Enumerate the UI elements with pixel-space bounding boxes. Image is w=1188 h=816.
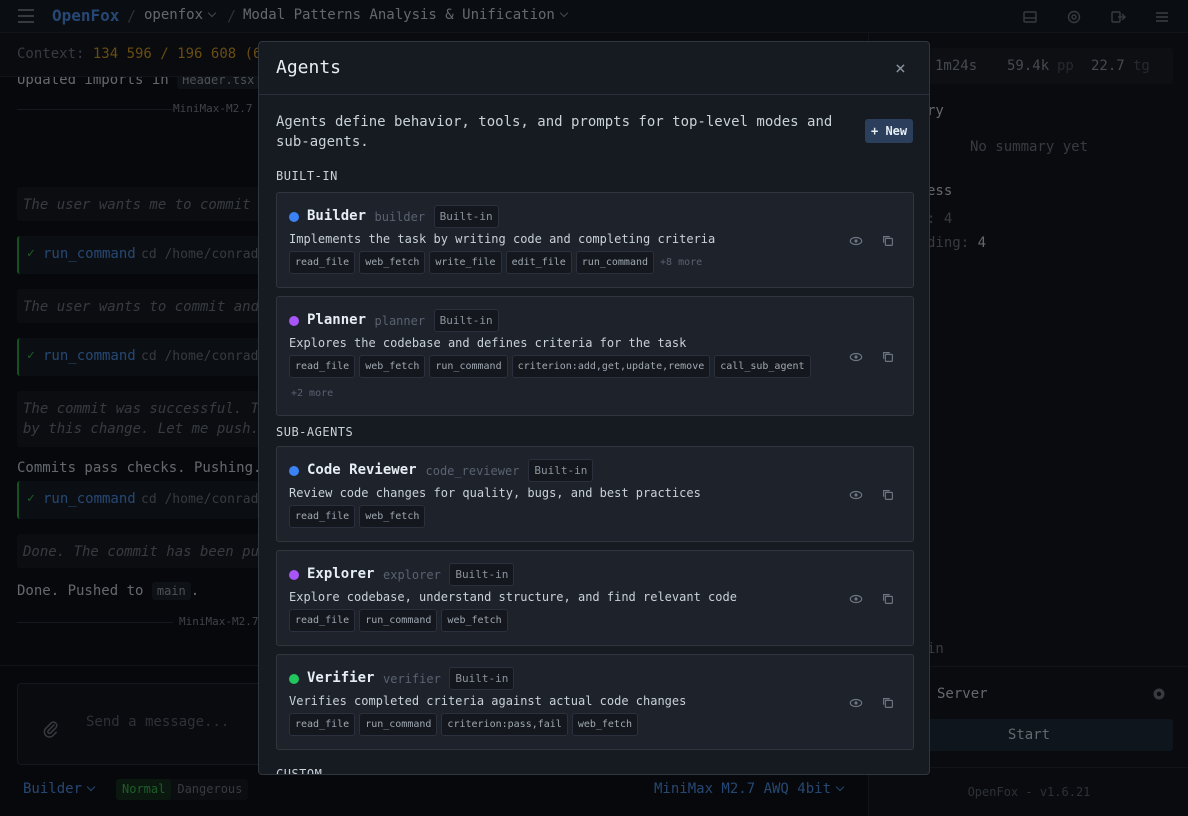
tool-chip: web_fetch [441,609,508,632]
agent-description: Explores the codebase and defines criter… [289,336,687,350]
built-in-badge: Built-in [528,459,594,482]
duplicate-icon[interactable] [881,234,895,248]
tool-chip: read_file [289,505,356,528]
view-icon[interactable] [849,696,863,710]
built-in-badge: Built-in [433,309,499,332]
tool-chip: read_file [289,609,356,632]
tool-chip: run_command [429,355,508,378]
tool-chip: edit_file [505,251,572,274]
tool-chip: read_file [289,251,356,274]
tool-chip: run_command [575,251,655,274]
more-tools-label[interactable]: +2 more [289,382,335,405]
tool-list: read_file run_command criterion:pass,fail w… [289,713,829,736]
duplicate-icon[interactable] [881,696,895,710]
close-icon[interactable]: × [895,58,906,79]
tool-chip: web_fetch [359,505,426,528]
tool-chip: run_command [359,609,438,632]
agent-name: Explorer [307,566,375,582]
agent-name: Code Reviewer [307,462,417,478]
agent-description: Explore codebase, understand structure, … [289,590,737,604]
agent-id: code_reviewer [425,464,520,478]
agent-id: verifier [383,672,441,686]
view-icon[interactable] [849,350,863,364]
built-in-badge: Built-in [449,563,515,586]
tool-chip: read_file [289,355,356,378]
new-agent-button[interactable]: + New [865,119,914,143]
section-heading-builtin: BUILT-IN [276,169,338,183]
view-icon[interactable] [849,488,863,502]
more-tools-label[interactable]: +8 more [658,251,704,274]
agent-card[interactable]: Explorer explorer Built-in Explore codebase… [276,550,914,646]
agent-color-dot [289,316,299,326]
agent-name: Verifier [307,670,375,686]
agent-color-dot [289,570,299,580]
tool-chip: run_command [359,713,438,736]
agent-card[interactable]: Builder builder Built-in Implements the tas… [276,192,914,288]
agent-name: Builder [307,208,367,224]
view-icon[interactable] [849,592,863,606]
agent-description: Verifies completed criteria against actu… [289,694,687,708]
tool-chip: call_sub_agent [714,355,811,378]
agent-card[interactable]: Planner planner Built-in Explores the codeb… [276,296,914,416]
built-in-badge: Built-in [433,205,499,228]
agent-description: Implements the task by writing code and … [289,232,716,246]
built-in-badge: Built-in [449,667,515,690]
agent-color-dot [289,674,299,684]
tool-chip: write_file [429,251,502,274]
agent-card[interactable]: Code Reviewer code_reviewer Built-in Review… [276,446,914,542]
agent-id: builder [374,210,426,224]
agent-name: Planner [307,312,367,328]
agent-color-dot [289,212,299,222]
agent-description: Review code changes for quality, bugs, a… [289,486,701,500]
modal-title: Agents [276,57,342,78]
tool-chip: criterion:pass,fail [441,713,568,736]
modal-description: Agents define behavior, tools, and promp… [276,114,833,150]
tool-chip: web_fetch [571,713,638,736]
modal-header: Agents × [259,42,929,95]
duplicate-icon[interactable] [881,592,895,606]
tool-list: read_file web_fetch [289,505,829,528]
agent-color-dot [289,466,299,476]
duplicate-icon[interactable] [881,350,895,364]
view-icon[interactable] [849,234,863,248]
agent-id: planner [374,314,426,328]
tool-list: read_file run_command web_fetch [289,609,829,632]
agent-card[interactable]: Verifier verifier Built-in Verifies complet… [276,654,914,750]
agent-id: explorer [383,568,441,582]
tool-chip: web_fetch [359,251,426,274]
tool-list: read_file web_fetch write_file edit_file run… [289,251,829,274]
tool-chip: read_file [289,713,356,736]
tool-chip: web_fetch [359,355,426,378]
tool-chip: criterion:add,get,update,remove [511,355,711,378]
tool-list: read_file web_fetch run_command criterion:a… [289,355,829,405]
duplicate-icon[interactable] [881,488,895,502]
section-heading-custom: CUSTOM [276,767,323,775]
section-heading-subagents: SUB-AGENTS [276,425,354,439]
agents-modal: Agents × Agents define behavior, tools, … [258,41,930,775]
